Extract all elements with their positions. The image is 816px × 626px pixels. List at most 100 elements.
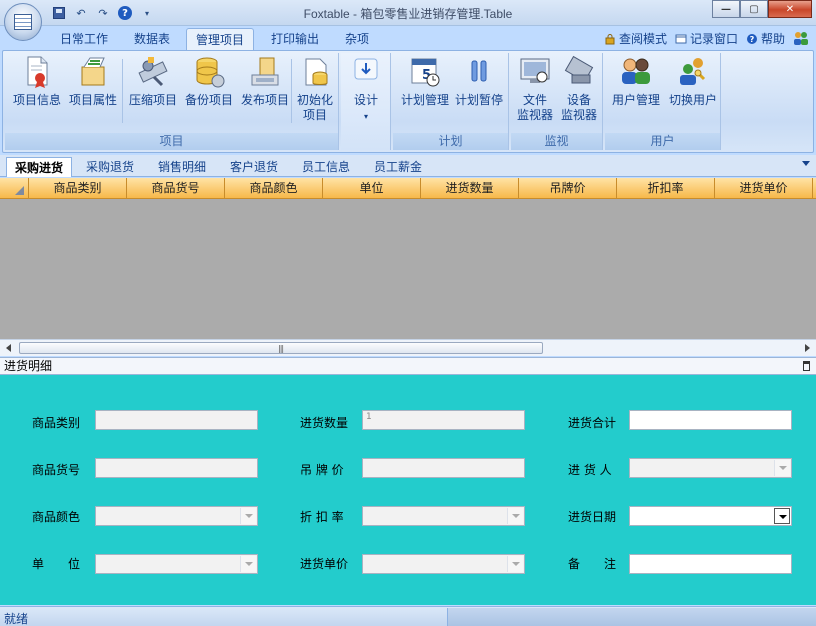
doc-tab-purchase-return[interactable]: 采购退货 bbox=[76, 157, 144, 177]
note-input[interactable] bbox=[629, 554, 792, 574]
doc-tab-employee-info[interactable]: 员工信息 bbox=[292, 157, 360, 177]
scroll-left-arrow-icon[interactable] bbox=[6, 344, 11, 352]
project-properties-button[interactable]: 项目属性 bbox=[65, 55, 121, 108]
publish-project-button[interactable]: 发布项目 bbox=[237, 55, 293, 108]
user-manage-button[interactable]: 用户管理 bbox=[607, 55, 665, 108]
minimize-button[interactable]: — bbox=[712, 0, 740, 18]
file-monitor-icon bbox=[518, 55, 552, 89]
grid-body[interactable] bbox=[0, 199, 816, 339]
discount-combo[interactable] bbox=[362, 506, 525, 526]
column-header[interactable]: 进货数量 bbox=[421, 178, 519, 199]
device-monitor-button[interactable]: 设备 监视器 bbox=[557, 55, 601, 123]
chevron-down-icon[interactable] bbox=[507, 508, 523, 524]
status-bar: 就绪 bbox=[0, 606, 816, 626]
ribbon-group-user: 用户管理 切换用户 用户 bbox=[605, 53, 721, 150]
down-arrow-icon bbox=[349, 55, 383, 89]
date-picker[interactable] bbox=[629, 506, 792, 526]
switch-user-button[interactable]: 切换用户 bbox=[665, 55, 721, 108]
chevron-down-icon[interactable] bbox=[240, 508, 256, 524]
unit-price-combo[interactable] bbox=[362, 554, 525, 574]
buyer-combo[interactable] bbox=[629, 458, 792, 478]
scroll-thumb[interactable]: ||| bbox=[19, 342, 543, 354]
maximize-button[interactable]: ▢ bbox=[740, 0, 768, 18]
doc-tab-sales-detail[interactable]: 销售明细 bbox=[148, 157, 216, 177]
initialize-project-button[interactable]: 初始化 项目 bbox=[293, 55, 337, 123]
qty-input[interactable]: 1 bbox=[362, 410, 525, 430]
compress-icon bbox=[136, 55, 170, 89]
ribbon-tab-print[interactable]: 打印输出 bbox=[262, 28, 328, 50]
ribbon-tab-manage-project[interactable]: 管理项目 bbox=[186, 28, 254, 50]
user-group-icon bbox=[619, 55, 653, 89]
column-header[interactable]: 商品类别 bbox=[29, 178, 127, 199]
calendar-dropdown-icon[interactable] bbox=[774, 508, 790, 524]
app-menu-button[interactable] bbox=[4, 3, 42, 41]
ribbon-tab-misc[interactable]: 杂项 bbox=[336, 28, 378, 50]
field-label-tag-price: 吊 牌 价 bbox=[300, 463, 344, 477]
record-window-button[interactable]: 记录窗口 bbox=[675, 30, 738, 47]
column-header[interactable]: 折扣率 bbox=[617, 178, 715, 199]
minimize-icon: — bbox=[721, 3, 731, 15]
doc-tab-purchase[interactable]: 采购进货 bbox=[6, 157, 72, 177]
scroll-right-arrow-icon[interactable] bbox=[805, 344, 810, 352]
project-info-button[interactable]: 项目信息 bbox=[9, 55, 65, 108]
group-label-user: 用户 bbox=[605, 133, 720, 150]
column-header[interactable]: 商品货号 bbox=[127, 178, 225, 199]
help-circle-icon: ? bbox=[746, 34, 757, 44]
doc-tab-customer-return[interactable]: 客户退货 bbox=[220, 157, 288, 177]
window-title: Foxtable - 箱包零售业进销存管理.Table bbox=[303, 7, 513, 21]
properties-icon bbox=[76, 55, 110, 89]
tag-price-input[interactable] bbox=[362, 458, 525, 478]
help-button[interactable]: ? 帮助 bbox=[746, 30, 785, 47]
window-controls: — ▢ ✕ bbox=[712, 0, 812, 18]
close-button[interactable]: ✕ bbox=[768, 0, 812, 18]
backup-project-button[interactable]: 备份项目 bbox=[181, 55, 237, 108]
plan-manage-button[interactable]: 5 计划管理 bbox=[397, 55, 453, 108]
group-label-monitor: 监视 bbox=[511, 133, 602, 150]
title-bar: ↶ ↷ ? ▾ Foxtable - 箱包零售业进销存管理.Table — ▢ … bbox=[0, 0, 816, 41]
svg-text:?: ? bbox=[750, 35, 755, 44]
window-icon bbox=[675, 34, 687, 44]
column-header[interactable]: 进货单价 bbox=[715, 178, 813, 199]
read-mode-button[interactable]: 查阅模式 bbox=[604, 30, 667, 47]
column-header[interactable]: 单位 bbox=[323, 178, 421, 199]
chevron-down-icon[interactable] bbox=[507, 556, 523, 572]
detail-panel: 商品类别 商品货号 商品颜色 单 位 进货数量 1 吊 牌 价 折 扣 率 进货… bbox=[0, 375, 816, 605]
ribbon-group-plan: 5 计划管理 计划暂停 计划 bbox=[393, 53, 509, 150]
ribbon-tab-tables[interactable]: 数据表 bbox=[122, 28, 182, 50]
detail-panel-title: 进货明细 bbox=[0, 357, 816, 375]
ribbon-group-project: 项目信息 项目属性 压缩项目 备份项目 发布项目 初始化 项目 项目 bbox=[5, 53, 339, 150]
chevron-down-icon[interactable] bbox=[774, 460, 790, 476]
column-header[interactable]: 吊牌价 bbox=[519, 178, 617, 199]
app-menu-icon bbox=[14, 14, 32, 30]
total-input[interactable] bbox=[629, 410, 792, 430]
publish-icon bbox=[248, 55, 282, 89]
chevron-down-icon[interactable] bbox=[240, 556, 256, 572]
switch-user-icon bbox=[676, 55, 710, 89]
category-input[interactable] bbox=[95, 410, 258, 430]
ribbon-group-monitor: 文件 监视器 设备 监视器 监视 bbox=[511, 53, 603, 150]
ribbon-tab-daily[interactable]: 日常工作 bbox=[52, 28, 116, 50]
item-no-input[interactable] bbox=[95, 458, 258, 478]
ribbon-tab-bar: 日常工作 数据表 管理项目 打印输出 杂项 查阅模式 记录窗口 ? 帮助 bbox=[0, 26, 816, 50]
tab-list-dropdown-icon[interactable] bbox=[802, 161, 810, 166]
field-label-unit: 单 位 bbox=[32, 557, 81, 571]
field-label-date: 进货日期 bbox=[568, 510, 617, 524]
select-all-corner[interactable] bbox=[0, 178, 29, 199]
horizontal-scrollbar[interactable]: ||| bbox=[0, 339, 816, 356]
users-button[interactable] bbox=[793, 31, 812, 46]
color-combo[interactable] bbox=[95, 506, 258, 526]
plan-pause-button[interactable]: 计划暂停 bbox=[451, 55, 507, 108]
field-label-discount: 折 扣 率 bbox=[300, 510, 344, 524]
status-bar-right bbox=[447, 608, 816, 626]
design-more-icon: ▾ bbox=[363, 112, 368, 121]
pin-icon[interactable] bbox=[803, 361, 810, 371]
doc-tab-employee-salary[interactable]: 员工薪金 bbox=[364, 157, 432, 177]
design-button[interactable]: 设计 ▾ bbox=[345, 55, 387, 124]
compress-project-button[interactable]: 压缩项目 bbox=[125, 55, 181, 108]
ribbon-right-tools: 查阅模式 记录窗口 ? 帮助 bbox=[604, 30, 812, 47]
file-monitor-button[interactable]: 文件 监视器 bbox=[513, 55, 557, 123]
device-monitor-icon bbox=[562, 55, 596, 89]
column-header[interactable]: 商品颜色 bbox=[225, 178, 323, 199]
group-label-project: 项目 bbox=[5, 133, 338, 150]
unit-combo[interactable] bbox=[95, 554, 258, 574]
